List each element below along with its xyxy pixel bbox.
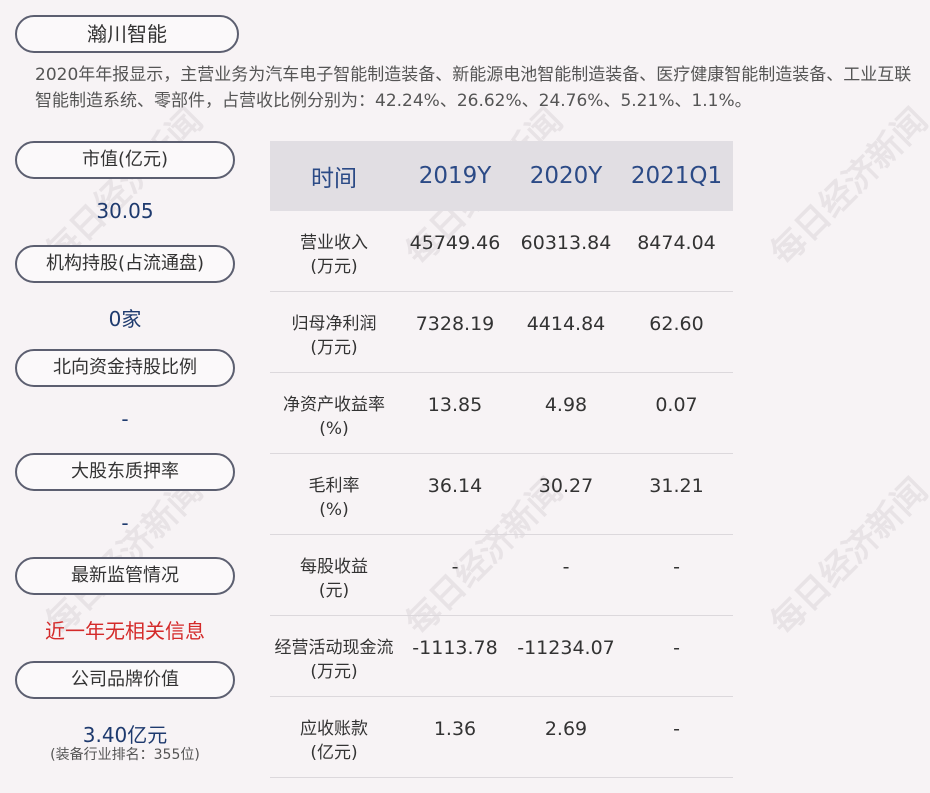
brand-label: 公司品牌价值 [15, 661, 235, 699]
regulation-label: 最新监管情况 [15, 557, 235, 595]
table-header: 时间 2019Y 2020Y 2021Q1 [270, 141, 733, 211]
table-row: 营业收入 (万元) 45749.46 60313.84 8474.04 [270, 211, 733, 292]
row-label: 经营活动现金流 (万元) [274, 638, 394, 682]
brand-rank: (装备行业排名：355位) [50, 747, 200, 763]
table-cell: 60313.84 [520, 232, 612, 254]
table-cell: 31.21 [649, 475, 704, 497]
table-cell: -11234.07 [517, 637, 615, 659]
header-cell: 时间 [311, 166, 357, 192]
table-cell: - [673, 637, 680, 659]
watermark: 每日经济新闻 [763, 100, 930, 274]
table-cell: 4414.84 [526, 313, 606, 335]
table-cell: - [673, 718, 680, 740]
row-label: 归母净利润 (万元) [291, 314, 377, 358]
table-cell: 45749.46 [409, 232, 501, 254]
table-cell: 2.69 [544, 718, 588, 740]
table-cell: 0.07 [655, 394, 698, 416]
table-row: 归母净利润 (万元) 7328.19 4414.84 62.60 [270, 292, 733, 373]
table-row: 毛利率 (%) 36.14 30.27 31.21 [270, 454, 733, 535]
table-cell: 7328.19 [415, 313, 495, 335]
row-label: 每股收益 (元) [300, 557, 368, 601]
table-cell: 13.85 [427, 394, 483, 416]
market-cap-label: 市值(亿元) [15, 141, 235, 179]
row-label: 营业收入 (万元) [300, 233, 368, 277]
header-cell: 2019Y [418, 163, 492, 189]
header-cell: 2021Q1 [630, 163, 723, 189]
business-summary: 2020年年报显示，主营业务为汽车电子智能制造装备、新能源电池智能制造装备、医疗… [35, 65, 912, 111]
company-name: 瀚川智能 [15, 15, 239, 53]
table-row: 应收账款 (亿元) 1.36 2.69 - [270, 697, 733, 778]
table-row: 净资产收益率 (%) 13.85 4.98 0.07 [270, 373, 733, 454]
institution-value: 0家 [108, 307, 142, 331]
row-label: 净资产收益率 (%) [283, 395, 385, 439]
header-cell: 2020Y [529, 163, 603, 189]
table-cell: 30.27 [538, 475, 594, 497]
table-cell: - [562, 556, 570, 578]
table-cell: 62.60 [649, 313, 704, 335]
table-cell: 36.14 [427, 475, 483, 497]
market-cap-value: 30.05 [96, 199, 154, 223]
pledge-value: - [121, 511, 129, 535]
row-label: 应收账款 (亿元) [300, 719, 368, 763]
row-label: 毛利率 (%) [308, 476, 360, 520]
table-cell: 8474.04 [637, 232, 716, 254]
pledge-label: 大股东质押率 [15, 453, 235, 491]
table-cell: 1.36 [433, 718, 477, 740]
regulation-value: 近一年无相关信息 [45, 619, 205, 643]
table-row: 经营活动现金流 (万元) -1113.78 -11234.07 - [270, 616, 733, 697]
table-cell: -1113.78 [412, 637, 498, 659]
table-cell: - [451, 556, 459, 578]
table-row: 每股收益 (元) - - - [270, 535, 733, 616]
financial-table: 时间 2019Y 2020Y 2021Q1 营业收入 (万元) 45749.46 … [270, 141, 733, 778]
table-cell: - [673, 556, 680, 578]
northbound-label: 北向资金持股比例 [15, 349, 235, 387]
watermark: 每日经济新闻 [763, 470, 930, 644]
northbound-value: - [121, 407, 129, 431]
institution-label: 机构持股(占流通盘) [15, 245, 235, 283]
table-cell: 4.98 [544, 394, 588, 416]
